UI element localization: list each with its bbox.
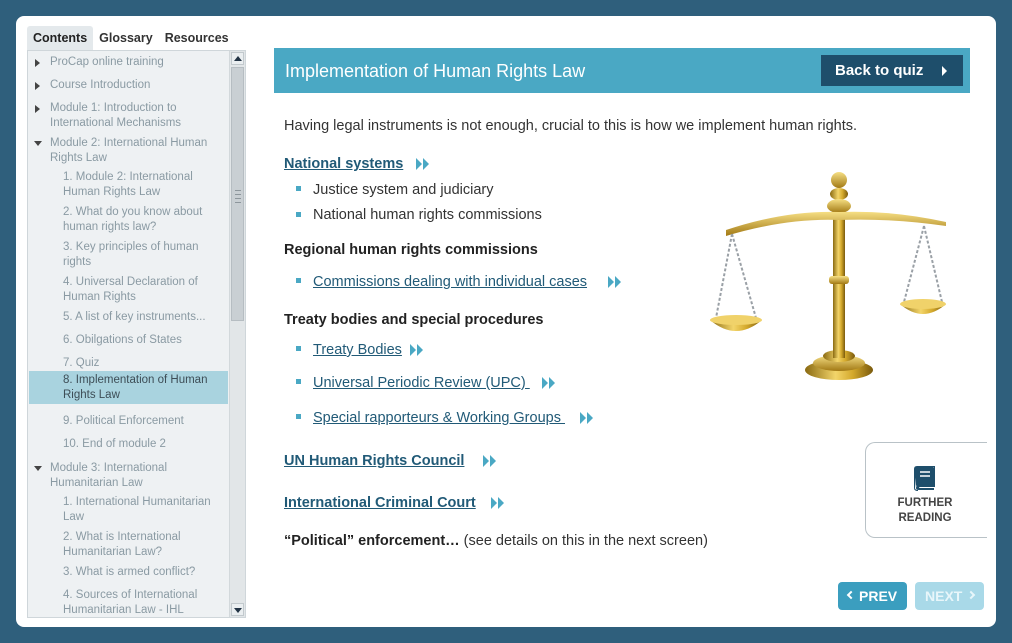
fast-forward-icon[interactable] (608, 276, 622, 288)
next-label: NEXT (925, 588, 963, 604)
book-icon (914, 466, 935, 491)
list-item: National human rights commissions (313, 207, 542, 223)
toc-item[interactable]: 2. What is International Humanitarian La… (29, 530, 228, 560)
bullet-icon (296, 278, 301, 283)
upr-link[interactable]: Universal Periodic Review (UPC) (313, 375, 530, 391)
toc-item-label: 10. End of module 2 (63, 438, 166, 450)
next-button[interactable]: NEXT (915, 582, 984, 610)
political-enforcement-label: “Political” enforcement… (284, 533, 460, 549)
scales-of-justice-image (710, 172, 946, 380)
bullet-icon (296, 212, 301, 217)
toc-item-label: 1. Module 2: International Human Rights … (63, 171, 193, 198)
caret-down-icon[interactable] (34, 466, 42, 471)
contents-panel: ProCap online training Course Introductio… (27, 50, 246, 618)
toc-item[interactable]: 5. A list of key instruments... (29, 310, 228, 325)
scroll-down-icon[interactable] (231, 603, 244, 616)
toc-item-label: Course Introduction (50, 79, 151, 91)
scroll-up-icon[interactable] (231, 52, 244, 65)
toc-item[interactable]: Module 2: International Human Rights Law (29, 136, 228, 166)
toc-item-label: 1. International Humanitarian Law (63, 496, 211, 523)
international-criminal-court-link[interactable]: International Criminal Court (284, 495, 476, 511)
chevron-right-icon (966, 590, 976, 600)
toc-item-label: 3. Key principles of human rights (63, 241, 199, 268)
toc-item[interactable]: 3. What is armed conflict? (29, 565, 228, 580)
bullet-icon (296, 346, 301, 351)
back-to-quiz-label: Back to quiz (835, 62, 924, 79)
toc-item[interactable]: 9. Political Enforcement (29, 414, 228, 429)
table-of-contents: ProCap online training Course Introductio… (28, 51, 229, 617)
scrollbar-thumb[interactable] (231, 67, 244, 321)
toc-item-label: Module 2: International Human Rights Law (50, 137, 208, 164)
sidebar-tabs: Contents Glossary Resources (27, 26, 235, 50)
toc-item[interactable]: 1. International Humanitarian Law (29, 495, 228, 525)
toc-item-label: 6. Obilgations of States (63, 334, 182, 346)
prev-button[interactable]: PREV (838, 582, 907, 610)
toc-item-label: Module 1: Introduction to International … (50, 102, 182, 129)
toc-item[interactable]: 7. Quiz (29, 356, 228, 371)
arrow-right-icon (942, 66, 947, 76)
toc-item[interactable]: 1. Module 2: International Human Rights … (29, 170, 228, 200)
toc-item-label: 4. Sources of International Humanitarian… (63, 589, 198, 616)
treaty-heading: Treaty bodies and special procedures (284, 312, 544, 328)
toc-item-label: 5. A list of key instruments... (63, 311, 206, 323)
caret-right-icon[interactable] (35, 82, 40, 90)
political-enforcement-text: “Political” enforcement… (see details on… (284, 533, 708, 549)
tab-glossary[interactable]: Glossary (93, 26, 159, 50)
toc-item[interactable]: Course Introduction (29, 78, 228, 93)
further-reading-button[interactable]: FURTHER READING (865, 442, 987, 538)
toc-scrollbar[interactable] (229, 51, 245, 617)
bullet-icon (296, 379, 301, 384)
toc-item-label: 2. What is International Humanitarian La… (63, 531, 181, 558)
political-enforcement-note: (see details on this in the next screen) (459, 533, 708, 549)
further-reading-label: FURTHER READING (897, 497, 953, 524)
toc-item[interactable]: 3. Key principles of human rights (29, 240, 228, 270)
fast-forward-icon[interactable] (491, 497, 505, 509)
commissions-link[interactable]: Commissions dealing with individual case… (313, 274, 587, 290)
regional-heading: Regional human rights commissions (284, 242, 538, 258)
toc-item-label: Module 3: International Humanitarian Law (50, 462, 167, 489)
toc-item[interactable]: 2. What do you know about human rights l… (29, 205, 228, 235)
chevron-left-icon (846, 590, 856, 600)
caret-right-icon[interactable] (35, 105, 40, 113)
national-systems-link[interactable]: National systems (284, 156, 403, 172)
caret-down-icon[interactable] (34, 141, 42, 146)
toc-item-label: 7. Quiz (63, 357, 100, 369)
fast-forward-icon[interactable] (410, 344, 424, 356)
toc-item-label: 2. What do you know about human rights l… (63, 206, 203, 233)
toc-item[interactable]: 4. Universal Declaration of Human Rights (29, 275, 228, 305)
toc-item-label: 4. Universal Declaration of Human Rights (63, 276, 198, 303)
page-title: Implementation of Human Rights Law (285, 61, 586, 81)
intro-text: Having legal instruments is not enough, … (284, 118, 858, 134)
toc-item-label: ProCap online training (50, 56, 164, 68)
toc-item[interactable]: 10. End of module 2 (29, 437, 228, 452)
back-to-quiz-button[interactable]: Back to quiz (821, 55, 963, 86)
fast-forward-icon[interactable] (542, 377, 556, 389)
toc-item-label: 9. Political Enforcement (63, 415, 184, 427)
toc-item[interactable]: 8. Implementation of Human Rights Law (29, 371, 228, 404)
page-header: Implementation of Human Rights Law Back … (274, 48, 970, 93)
toc-item-label: 8. Implementation of Human Rights Law (63, 374, 208, 401)
tab-contents[interactable]: Contents (27, 26, 94, 50)
toc-item[interactable]: Module 1: Introduction to International … (29, 101, 228, 131)
bullet-icon (296, 186, 301, 191)
caret-right-icon[interactable] (35, 59, 40, 67)
tab-resources[interactable]: Resources (159, 26, 235, 50)
special-rapporteurs-link[interactable]: Special rapporteurs & Working Groups (313, 410, 565, 426)
fast-forward-icon[interactable] (416, 158, 430, 170)
prev-label: PREV (859, 588, 898, 604)
toc-item-label: 3. What is armed conflict? (63, 566, 196, 578)
toc-item[interactable]: 4. Sources of International Humanitarian… (29, 588, 228, 617)
fast-forward-icon[interactable] (580, 412, 594, 424)
bullet-icon (296, 414, 301, 419)
un-human-rights-council-link[interactable]: UN Human Rights Council (284, 453, 464, 469)
toc-item[interactable]: ProCap online training (29, 55, 228, 70)
course-player-frame: Contents Glossary Resources ProCap onlin… (16, 16, 996, 627)
toc-item[interactable]: Module 3: International Humanitarian Law (29, 461, 228, 491)
treaty-bodies-link[interactable]: Treaty Bodies (313, 342, 402, 358)
toc-item[interactable]: 6. Obilgations of States (29, 333, 228, 348)
fast-forward-icon[interactable] (483, 455, 497, 467)
list-item: Justice system and judiciary (313, 182, 494, 198)
